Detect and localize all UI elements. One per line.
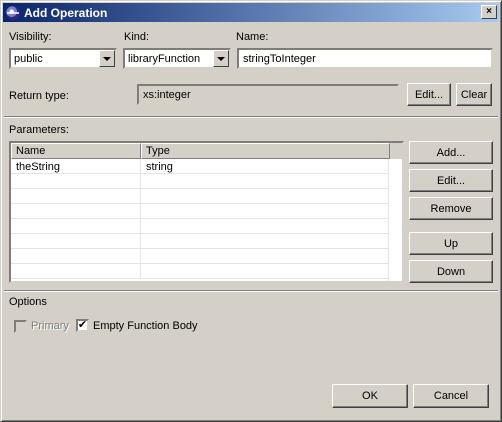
primary-checkbox[interactable] (14, 320, 27, 333)
separator (4, 116, 498, 118)
chevron-down-icon[interactable] (213, 50, 229, 67)
primary-label: Primary (31, 320, 69, 332)
parameters-table[interactable]: Name Type theString string (9, 141, 404, 283)
ok-button[interactable]: OK (332, 384, 408, 408)
visibility-value: public (14, 52, 43, 65)
eclipse-icon (6, 5, 20, 20)
table-row-empty (11, 264, 402, 279)
checkmark-icon: ✔ (77, 319, 88, 331)
visibility-label: Visibility: (9, 31, 52, 43)
kind-label: Kind: (124, 31, 150, 43)
param-name-cell: theString (11, 159, 141, 174)
separator (4, 290, 498, 292)
parameters-label: Parameters: (9, 124, 69, 136)
cancel-button[interactable]: Cancel (413, 384, 489, 408)
return-type-field: xs:integer (137, 84, 399, 105)
name-label: Name: (236, 31, 269, 43)
column-header-name[interactable]: Name (11, 143, 141, 159)
table-row-empty (11, 249, 402, 264)
table-row-empty (11, 189, 402, 204)
kind-value: libraryFunction (128, 52, 201, 65)
chevron-down-icon[interactable] (99, 50, 115, 67)
move-down-button[interactable]: Down (409, 260, 493, 283)
table-row-empty (11, 219, 402, 234)
title-bar[interactable]: Add Operation × (3, 3, 499, 22)
kind-select[interactable]: libraryFunction (123, 48, 231, 69)
return-type-label: Return type: (9, 90, 69, 102)
return-type-edit-button[interactable]: Edit... (407, 83, 451, 106)
empty-function-body-checkbox[interactable]: ✔ (76, 319, 89, 332)
add-operation-dialog: Add Operation × Visibility: Kind: Name: … (0, 0, 502, 422)
param-type-cell: string (141, 159, 390, 174)
table-header: Name Type (11, 143, 402, 159)
window-title: Add Operation (24, 5, 108, 20)
visibility-select[interactable]: public (9, 48, 117, 69)
edit-parameter-button[interactable]: Edit... (409, 169, 493, 192)
table-row-empty (11, 234, 402, 249)
table-row[interactable]: theString string (11, 159, 402, 174)
close-button[interactable]: × (481, 5, 497, 19)
table-row-empty (11, 204, 402, 219)
name-input[interactable]: stringToInteger (237, 48, 493, 69)
empty-function-body-label: Empty Function Body (93, 320, 198, 332)
add-parameter-button[interactable]: Add... (409, 141, 493, 164)
table-row-empty (11, 174, 402, 189)
options-label: Options (9, 296, 47, 308)
remove-parameter-button[interactable]: Remove (409, 197, 493, 220)
column-header-type[interactable]: Type (141, 143, 390, 159)
move-up-button[interactable]: Up (409, 232, 493, 255)
return-type-clear-button[interactable]: Clear (456, 83, 492, 106)
table-scrollbar[interactable] (388, 159, 402, 281)
